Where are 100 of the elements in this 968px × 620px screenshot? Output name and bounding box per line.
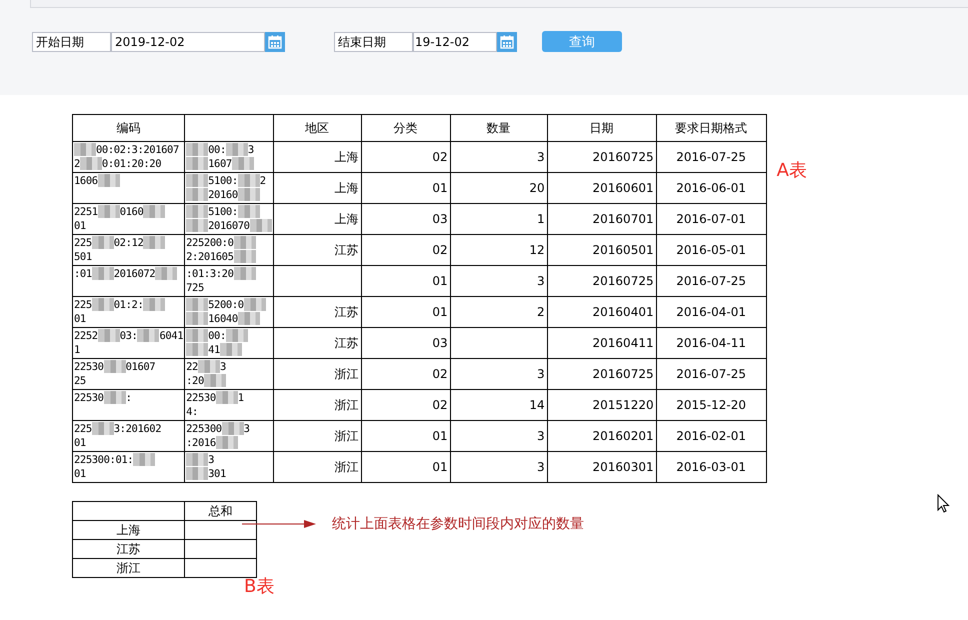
table-cell: 2016-07-25 [656,358,766,390]
table-cell: 2016-06-01 [656,172,766,204]
code-fragment: 1 [74,344,80,356]
pixelated-patch [143,236,166,249]
pixelated-patch [98,174,120,187]
code-fragment: 0:01:20:20 [102,158,162,170]
column-header: 日期 [547,114,656,142]
calendar-icon[interactable] [497,32,517,52]
code-fragment: 301 [208,468,226,480]
column-header: 分类 [361,114,450,142]
code-fragment: 3 [244,423,250,435]
table-cell: 02 [361,142,450,172]
code-fragment: 41 [208,344,220,356]
code-fragment: 00:02:3:201607 [96,144,179,156]
pixelated-patch [186,219,208,232]
code-fragment: 01 [74,220,86,232]
pixelated-patch [234,250,256,263]
table-label: A表 [776,159,807,182]
code-fragment: 3 [248,144,254,156]
table-cell: 20160725 [547,142,656,172]
pixelated-patch [238,188,260,201]
calendar-icon[interactable] [265,32,285,52]
code-fragment: 501 [74,251,92,263]
table-cell: 江苏 [273,296,362,328]
table-cell: 14 [450,390,548,420]
start-date-field[interactable]: 2019-12-02 [111,32,265,52]
end-date-label: 结束日期 [334,32,413,52]
code-fragment: 2252 [74,330,98,342]
code-fragment: 16040 [208,313,238,325]
code-fragment: 5200:0 [208,299,244,311]
pixelated-patch [133,453,156,466]
code-fragment: 5100: [208,175,238,187]
table-cell: 20160411 [547,328,656,358]
code-fragment: 3:201602 [114,423,162,435]
pixelated-patch [226,329,248,342]
table-cell: 3 [450,420,548,452]
code-fragment: 2251 [74,206,98,218]
pixelated-patch [104,360,126,373]
table-cell: 江苏 [72,540,184,558]
pixelated-patch [186,188,208,201]
table-cell: 上海 [273,204,362,234]
pixelated-patch [186,343,208,356]
table-cell: 上海 [273,172,362,204]
pixelated-patch [98,205,120,218]
code-fragment: 25 [74,375,86,387]
pixelated-patch [104,391,126,404]
pixelated-patch [92,236,114,249]
code-fragment: 03: [120,330,138,342]
table-cell: 1 [450,204,548,234]
code-fragment: :20 [186,375,204,387]
code-fragment: 01:2: [114,299,144,311]
code-fragment: 225 [74,423,92,435]
code-fragment: 2 [260,175,266,187]
pixelated-patch [92,267,114,280]
table-cell: 20 [450,172,548,204]
table-label: B表 [244,575,276,598]
code-fragment: 1607 [208,158,232,170]
pixelated-patch [204,374,226,387]
end-date-field[interactable]: 19-12-02 [413,32,497,52]
table-cell: 上海 [72,520,184,540]
table-cell: 20160301 [547,452,656,482]
table-cell: 01 [361,266,450,296]
table-cell: 01 [361,420,450,452]
code-fragment: 00: [208,330,226,342]
code-fragment: 3 [220,361,226,373]
table-cell: 2016-05-01 [656,234,766,266]
table-cell: 20160701 [547,204,656,234]
code-fragment: 2016070 [208,220,250,232]
code-fragment: 6041 [159,330,184,342]
table-cell: 20160401 [547,296,656,328]
code-fragment: :01 [74,268,92,280]
pixelated-patch [238,205,260,218]
table-cell: 浙江 [72,558,184,578]
pixelated-patch [216,391,238,404]
code-fragment: 1606 [74,175,98,187]
code-fragment: 225300:01: [74,454,134,466]
start-date-label: 开始日期 [32,32,111,52]
code-fragment: 225300 [186,423,222,435]
pixelated-patch [98,329,120,342]
pixelated-patch [186,312,208,325]
table-cell: 03 [361,204,450,234]
mouse-cursor-icon [937,494,950,514]
pixelated-patch [234,236,256,249]
code-fragment: 01607 [126,361,156,373]
pixelated-patch [186,453,208,466]
code-fragment: 01 [74,437,86,449]
pixelated-patch [244,298,266,311]
pixelated-patch [137,329,160,342]
table-cell: 01 [361,452,450,482]
code-fragment: :2016 [186,437,216,449]
code-fragment: 22530 [74,361,104,373]
table-cell: 2016-07-25 [656,266,766,296]
pixelated-patch [155,267,178,280]
table-cell: 浙江 [273,358,362,390]
pixelated-patch [186,174,208,187]
pixelated-patch [186,298,208,311]
code-fragment: 1 [238,392,244,404]
code-fragment: 225 [74,237,92,249]
table-cell: 02 [361,358,450,390]
pixelated-patch [186,467,208,480]
